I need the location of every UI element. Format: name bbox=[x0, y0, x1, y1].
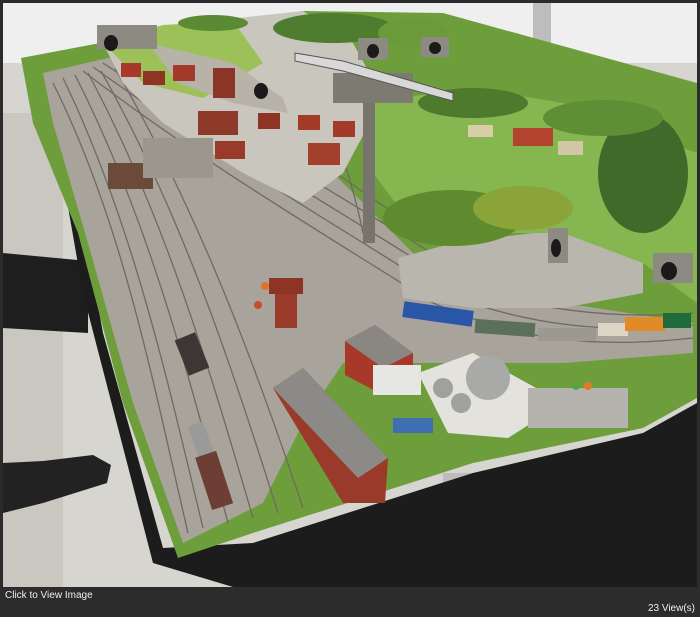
view-count: 23 bbox=[647, 603, 660, 614]
photo-frame[interactable] bbox=[3, 3, 697, 587]
stand-left bbox=[3, 253, 88, 333]
viewer-footer: Click to View Image 23 View(s) bbox=[0, 588, 700, 617]
image-viewer: Click to View Image 23 View(s) bbox=[0, 0, 700, 617]
view-counter: 23 View(s) bbox=[648, 603, 695, 614]
model-railway-photo bbox=[3, 3, 697, 587]
view-label: View(s) bbox=[661, 603, 695, 614]
floor-left bbox=[3, 113, 63, 587]
click-to-view-link[interactable]: Click to View Image bbox=[5, 590, 93, 601]
orange-vehicle bbox=[261, 282, 269, 290]
red-barrel bbox=[254, 301, 262, 309]
